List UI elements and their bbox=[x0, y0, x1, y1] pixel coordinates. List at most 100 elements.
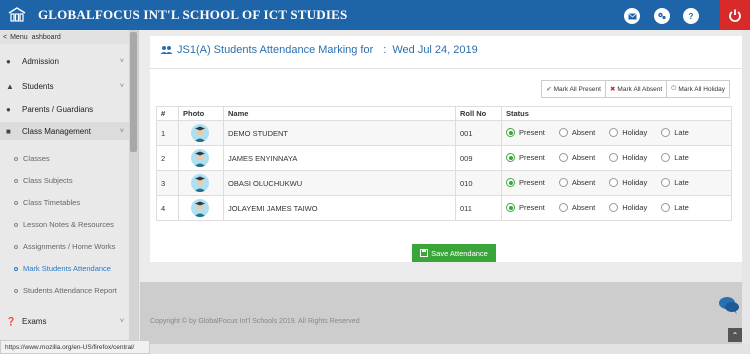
mark-all-holiday-button[interactable]: ⏻ Mark All Holiday bbox=[667, 81, 729, 97]
top-navbar: GLOBALFOCUS INT'L SCHOOL OF ICT STUDIES … bbox=[0, 0, 750, 30]
mail-icon[interactable] bbox=[624, 8, 640, 24]
column-header: Roll No bbox=[455, 106, 502, 121]
divider bbox=[150, 68, 742, 69]
title-separator: : bbox=[383, 44, 387, 56]
graduation-cap-icon: ▲ bbox=[6, 81, 14, 91]
horizontal-scrollbar[interactable] bbox=[150, 344, 750, 354]
radio-circle[interactable] bbox=[558, 152, 568, 162]
users-icon: ● bbox=[6, 104, 11, 114]
sidebar-subitem-attendance-report[interactable]: Students Attendance Report bbox=[14, 286, 117, 295]
radio-circle[interactable] bbox=[558, 177, 568, 187]
menu-toggle[interactable]: < Menu ashboard bbox=[0, 30, 130, 44]
radio-circle[interactable] bbox=[609, 127, 619, 137]
photo-cell bbox=[178, 145, 224, 171]
settings-icon[interactable] bbox=[654, 8, 670, 24]
save-attendance-button[interactable]: Save Attendance bbox=[412, 244, 496, 262]
chat-icon[interactable] bbox=[718, 296, 740, 314]
radio-circle[interactable] bbox=[558, 202, 568, 212]
status-radio-present[interactable]: Present bbox=[506, 152, 545, 162]
power-button[interactable] bbox=[720, 0, 750, 30]
sidebar-subitem-assignments[interactable]: Assignments / Home Works bbox=[14, 242, 115, 251]
sidebar-subitem-class-timetables[interactable]: Class Timetables bbox=[14, 198, 80, 207]
status-radio-holiday[interactable]: Holiday bbox=[609, 127, 647, 137]
status-radio-late[interactable]: Late bbox=[661, 177, 689, 187]
student-avatar bbox=[191, 149, 209, 167]
radio-circle[interactable] bbox=[661, 177, 671, 187]
sidebar-subitem-class-subjects[interactable]: Class Subjects bbox=[14, 176, 73, 185]
sidebar-subitem-lesson-notes[interactable]: Lesson Notes & Resources bbox=[14, 220, 114, 229]
status-radio-holiday[interactable]: Holiday bbox=[609, 202, 647, 212]
school-name: GLOBALFOCUS INT'L SCHOOL OF ICT STUDIES bbox=[38, 7, 348, 22]
menu-label: Menu bbox=[10, 33, 28, 41]
radio-label: Late bbox=[674, 202, 689, 212]
row-number: 1 bbox=[156, 120, 179, 146]
sidebar-subitem-mark-attendance[interactable]: Mark Students Attendance bbox=[14, 264, 111, 273]
subitem-label: Mark Students Attendance bbox=[23, 264, 111, 273]
status-cell: Present Absent Holiday Late bbox=[501, 120, 732, 146]
radio-circle[interactable] bbox=[661, 152, 671, 162]
status-radio-present[interactable]: Present bbox=[506, 127, 545, 137]
status-radio-holiday[interactable]: Holiday bbox=[609, 177, 647, 187]
sidebar-subitem-classes[interactable]: Classes bbox=[14, 154, 50, 163]
status-radio-absent[interactable]: Absent bbox=[558, 177, 595, 187]
status-radio-present[interactable]: Present bbox=[506, 202, 545, 212]
sidebar-scrollbar[interactable] bbox=[129, 30, 138, 344]
student-graduate-icon bbox=[194, 126, 206, 142]
circle-icon bbox=[14, 178, 18, 183]
photo-cell bbox=[178, 170, 224, 196]
sidebar-item-parents[interactable]: ● Parents / Guardians bbox=[0, 102, 130, 116]
attendance-table: # Photo Name Roll No Status 1 DEMO STUDE… bbox=[156, 106, 732, 221]
status-radio-holiday[interactable]: Holiday bbox=[609, 152, 647, 162]
scrollbar-thumb[interactable] bbox=[130, 32, 137, 152]
radio-label: Present bbox=[519, 202, 545, 212]
status-radio-late[interactable]: Late bbox=[661, 202, 689, 212]
copyright-text: Copyright © by GlobalFocus Int'l Schools… bbox=[150, 318, 360, 325]
radio-label: Late bbox=[674, 152, 689, 162]
status-radio-present[interactable]: Present bbox=[506, 177, 545, 187]
school-logo-icon[interactable] bbox=[6, 4, 28, 26]
table-row: 3 OBASI OLUCHUKWU 010 Present Absent Holiday… bbox=[156, 170, 732, 196]
status-radio-late[interactable]: Late bbox=[661, 152, 689, 162]
sidebar-item-label: Admission bbox=[22, 56, 59, 66]
main-content: JS1(A) Students Attendance Marking for :… bbox=[140, 30, 750, 344]
help-icon[interactable]: ? bbox=[683, 8, 699, 24]
radio-label: Present bbox=[519, 127, 545, 137]
radio-circle[interactable] bbox=[506, 177, 515, 187]
radio-circle[interactable] bbox=[609, 202, 619, 212]
mark-all-present-button[interactable]: ✔ Mark All Present bbox=[542, 81, 606, 97]
radio-circle[interactable] bbox=[609, 177, 619, 187]
button-label: Mark All Absent bbox=[617, 85, 663, 93]
circle-icon bbox=[14, 266, 18, 271]
status-radio-late[interactable]: Late bbox=[661, 127, 689, 137]
student-avatar bbox=[191, 124, 209, 142]
radio-circle[interactable] bbox=[609, 152, 619, 162]
sidebar-item-students[interactable]: ▲ Students ˅ bbox=[0, 79, 130, 93]
sidebar-item-class-management[interactable]: ■ Class Management ˅ bbox=[0, 122, 130, 140]
radio-circle[interactable] bbox=[661, 202, 671, 212]
subitem-label: Class Subjects bbox=[23, 176, 73, 185]
roll-number: 010 bbox=[455, 170, 502, 196]
user-icon: ● bbox=[6, 56, 11, 66]
radio-circle[interactable] bbox=[661, 127, 671, 137]
button-label: Mark All Present bbox=[553, 85, 601, 93]
status-radio-absent[interactable]: Absent bbox=[558, 127, 595, 137]
status-radio-absent[interactable]: Absent bbox=[558, 152, 595, 162]
student-name: JAMES ENYINNAYA bbox=[223, 145, 456, 171]
radio-label: Late bbox=[674, 177, 689, 187]
radio-circle[interactable] bbox=[506, 202, 515, 212]
radio-circle[interactable] bbox=[558, 127, 568, 137]
radio-circle[interactable] bbox=[506, 127, 515, 137]
table-row: 2 JAMES ENYINNAYA 009 Present Absent Holiday… bbox=[156, 145, 732, 171]
check-icon: ✔ bbox=[546, 86, 552, 93]
scroll-to-top-button[interactable]: ⌃ bbox=[728, 328, 742, 342]
subitem-label: Assignments / Home Works bbox=[23, 242, 116, 251]
status-cell: Present Absent Holiday Late bbox=[501, 145, 732, 171]
sidebar-item-admission[interactable]: ● Admission ˅ bbox=[0, 54, 130, 68]
sidebar-item-exams[interactable]: ❓ Exams ˅ bbox=[0, 314, 130, 328]
sidebar-item-label: Class Management bbox=[22, 126, 91, 136]
column-header: Photo bbox=[178, 106, 224, 121]
status-radio-absent[interactable]: Absent bbox=[558, 202, 595, 212]
page-scrollbar[interactable] bbox=[742, 30, 750, 344]
radio-circle[interactable] bbox=[506, 152, 515, 162]
mark-all-absent-button[interactable]: ✖ Mark All Absent bbox=[606, 81, 668, 97]
